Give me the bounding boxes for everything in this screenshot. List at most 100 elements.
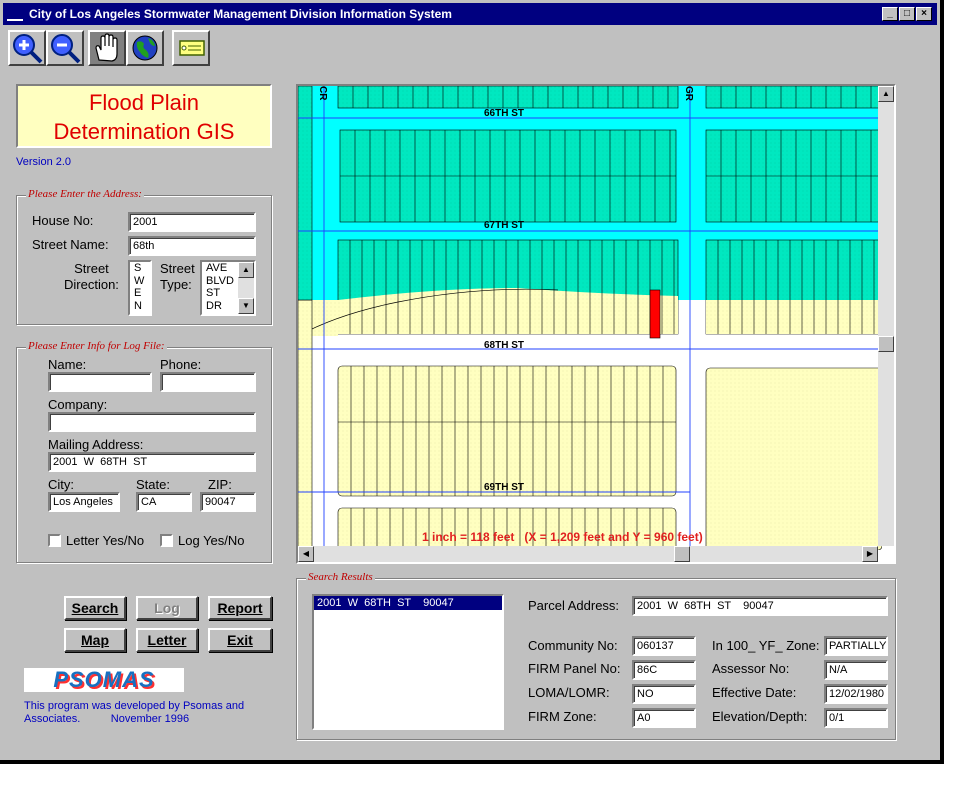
- firm-zone-label: FIRM Zone:: [528, 709, 597, 724]
- parcel-address-field[interactable]: 2001 W 68TH ST 90047: [632, 596, 888, 616]
- direction-option[interactable]: W: [134, 275, 150, 288]
- direction-option[interactable]: E: [134, 287, 150, 300]
- label-tag-icon: [179, 40, 205, 56]
- street-direction-label: Street Direction:: [64, 261, 119, 292]
- log-checkbox[interactable]: [160, 534, 173, 547]
- globe-icon: [132, 35, 158, 61]
- company-label: Company:: [48, 397, 108, 412]
- street-label: 67TH ST: [484, 220, 524, 231]
- phone-label: Phone:: [160, 357, 202, 372]
- cross-street-label: CR: [317, 86, 328, 101]
- street-type-label: Street Type:: [160, 261, 195, 292]
- map-horizontal-scrollbar[interactable]: ◀ ▶: [298, 546, 878, 562]
- state-input[interactable]: CA: [136, 492, 192, 512]
- psomas-logo: PSOMAS: [24, 668, 184, 692]
- zoom-in-button[interactable]: [8, 30, 46, 66]
- direction-option[interactable]: S: [134, 262, 150, 275]
- loma-lomr-label: LOMA/LOMR:: [528, 685, 610, 700]
- window-title: City of Los Angeles Stormwater Managemen…: [29, 7, 452, 21]
- house-no-input[interactable]: 2001: [128, 212, 256, 232]
- search-button[interactable]: Search: [64, 596, 126, 620]
- in-100-yr-zone-label: In 100_ YF_ Zone:: [712, 638, 820, 653]
- firm-zone-field[interactable]: A0: [632, 708, 696, 728]
- company-input[interactable]: [48, 412, 256, 432]
- phone-input[interactable]: [160, 372, 256, 392]
- assessor-no-label: Assessor No:: [712, 661, 790, 676]
- label-button[interactable]: [172, 30, 210, 66]
- scroll-up-icon[interactable]: ▲: [238, 262, 254, 278]
- zoom-out-icon: [51, 34, 81, 64]
- mailing-address-label: Mailing Address:: [48, 437, 144, 452]
- result-item[interactable]: 2001 W 68TH ST 90047: [314, 596, 502, 610]
- letter-button[interactable]: Letter: [136, 628, 198, 652]
- city-label: City:: [48, 477, 74, 492]
- window-menu-icon[interactable]: [7, 7, 23, 21]
- loma-lomr-field[interactable]: NO: [632, 684, 696, 704]
- street-direction-list[interactable]: S W E N: [128, 260, 152, 316]
- app-title-line1: Flood Plain: [88, 90, 200, 115]
- letter-checkbox-label: Letter Yes/No: [66, 533, 145, 548]
- cross-street-label: GR: [683, 86, 694, 102]
- selected-parcel[interactable]: [649, 289, 661, 339]
- street-label: 66TH ST: [484, 108, 524, 119]
- firm-panel-label: FIRM Panel No:: [528, 661, 621, 676]
- scroll-down-icon[interactable]: ▼: [238, 298, 254, 314]
- close-button[interactable]: ×: [916, 7, 932, 21]
- firm-panel-field[interactable]: 86C: [632, 660, 696, 680]
- scroll-thumb[interactable]: [674, 546, 690, 562]
- elevation-depth-field[interactable]: 0/1: [824, 708, 888, 728]
- name-input[interactable]: [48, 372, 152, 392]
- direction-option[interactable]: N: [134, 300, 150, 313]
- zip-label: ZIP:: [208, 477, 232, 492]
- credits-line1: This program was developed by Psomas and: [24, 700, 245, 712]
- app-title-line2: Determination GIS: [53, 119, 235, 144]
- name-label: Name:: [48, 357, 87, 372]
- version-label: Version 2.0: [16, 156, 72, 168]
- street-label: 68TH ST: [484, 340, 524, 351]
- effective-date-field[interactable]: 12/02/1980: [824, 684, 888, 704]
- community-no-field[interactable]: 060137: [632, 636, 696, 656]
- zoom-out-button[interactable]: [46, 30, 84, 66]
- street-name-input[interactable]: 68th: [128, 236, 256, 256]
- log-checkbox-label: Log Yes/No: [178, 533, 245, 548]
- scroll-thumb[interactable]: [878, 336, 894, 352]
- state-label: State:: [136, 477, 170, 492]
- log-button[interactable]: Log: [136, 596, 198, 620]
- map-vertical-scrollbar[interactable]: ▲: [878, 86, 894, 546]
- pan-hand-icon: [95, 33, 118, 62]
- effective-date-label: Effective Date:: [712, 685, 797, 700]
- city-input[interactable]: Los Angeles: [48, 492, 120, 512]
- address-legend: Please Enter the Address:: [26, 188, 144, 200]
- report-button[interactable]: Report: [208, 596, 272, 620]
- street-name-label: Street Name:: [32, 237, 109, 252]
- results-legend: Search Results: [306, 571, 375, 583]
- log-legend: Please Enter Info for Log File:: [26, 340, 167, 352]
- scroll-right-icon[interactable]: ▶: [862, 546, 878, 562]
- minimize-button[interactable]: _: [882, 7, 898, 21]
- pan-button[interactable]: [88, 30, 126, 66]
- street-type-scrollbar[interactable]: ▲ ▼: [238, 262, 254, 314]
- zip-input[interactable]: 90047: [200, 492, 256, 512]
- house-no-label: House No:: [32, 213, 94, 228]
- app-title-box: Flood Plain Determination GIS: [16, 84, 272, 148]
- results-list[interactable]: 2001 W 68TH ST 90047: [312, 594, 504, 730]
- in-100-yr-zone-field[interactable]: PARTIALLY: [824, 636, 888, 656]
- scroll-left-icon[interactable]: ◀: [298, 546, 314, 562]
- street-label: 69TH ST: [484, 482, 524, 493]
- mailing-address-input[interactable]: 2001 W 68TH ST: [48, 452, 256, 472]
- map-scale-text: 1 inch = 118 feet (X = 1,209 feet and Y …: [422, 530, 703, 544]
- credits-line2: Associates. November 1996: [24, 713, 190, 725]
- elevation-depth-label: Elevation/Depth:: [712, 709, 808, 724]
- scroll-up-icon[interactable]: ▲: [878, 86, 894, 102]
- letter-checkbox[interactable]: [48, 534, 61, 547]
- map-view[interactable]: 66TH ST 67TH ST 68TH ST 69TH ST CR GR 1 …: [296, 84, 896, 564]
- exit-button[interactable]: Exit: [208, 628, 272, 652]
- maximize-button[interactable]: □: [899, 7, 915, 21]
- assessor-no-field[interactable]: N/A: [824, 660, 888, 680]
- map-button[interactable]: Map: [64, 628, 126, 652]
- app-window: City of Los Angeles Stormwater Managemen…: [0, 0, 944, 764]
- title-bar: City of Los Angeles Stormwater Managemen…: [3, 3, 937, 25]
- globe-button[interactable]: [126, 30, 164, 66]
- parcel-address-label: Parcel Address:: [528, 598, 620, 613]
- zoom-in-icon: [13, 34, 43, 64]
